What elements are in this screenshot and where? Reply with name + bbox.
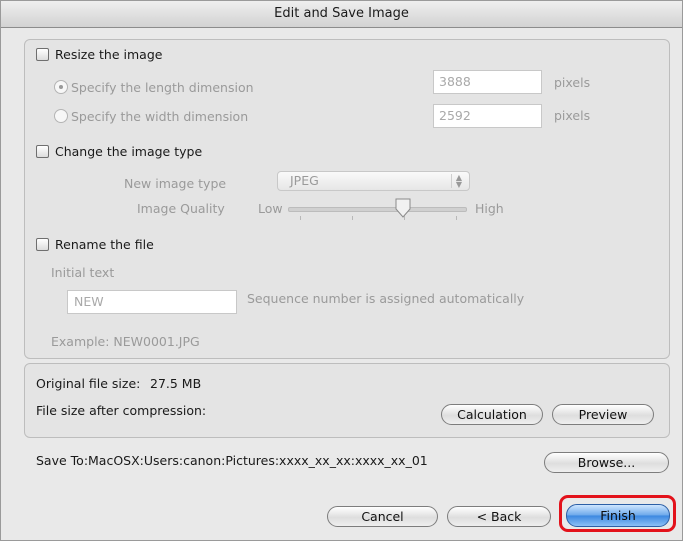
- image-type-value: JPEG: [290, 173, 319, 188]
- resize-checkbox[interactable]: [36, 48, 49, 61]
- original-size-label: Original file size:: [36, 376, 141, 391]
- quality-slider-thumb[interactable]: [394, 197, 412, 219]
- save-path: Save To:MacOSX:Users:canon:Pictures:xxxx…: [36, 453, 428, 468]
- resize-label: Resize the image: [55, 47, 163, 62]
- width-unit: pixels: [554, 108, 591, 123]
- quality-high: High: [475, 201, 504, 216]
- file-size-group: [24, 363, 670, 438]
- length-input[interactable]: 3888: [433, 70, 542, 94]
- width-radio[interactable]: [54, 109, 68, 123]
- calculation-button[interactable]: Calculation: [441, 404, 543, 425]
- finish-highlight-box: [559, 495, 676, 532]
- image-type-select[interactable]: JPEG ▲ ▼: [277, 171, 470, 191]
- slider-tick: [456, 216, 457, 220]
- sequence-note: Sequence number is assigned automaticall…: [247, 291, 525, 306]
- quality-slider-track[interactable]: [288, 207, 467, 212]
- browse-button[interactable]: Browse...: [544, 452, 669, 473]
- initial-text-input[interactable]: NEW: [67, 290, 237, 314]
- quality-low: Low: [258, 201, 283, 216]
- slider-tick: [300, 216, 301, 220]
- width-label: Specify the width dimension: [71, 109, 249, 124]
- new-type-label: New image type: [124, 176, 227, 191]
- rename-label: Rename the file: [55, 237, 154, 252]
- rename-checkbox[interactable]: [36, 238, 49, 251]
- width-input[interactable]: 2592: [433, 104, 542, 128]
- compressed-size-label: File size after compression:: [36, 403, 207, 418]
- edit-save-dialog: Edit and Save Image Resize the image Spe…: [0, 0, 683, 541]
- window-title: Edit and Save Image: [1, 1, 682, 28]
- change-type-checkbox[interactable]: [36, 145, 49, 158]
- back-button[interactable]: < Back: [447, 506, 551, 527]
- length-unit: pixels: [554, 75, 591, 90]
- length-label: Specify the length dimension: [71, 80, 254, 95]
- change-type-label: Change the image type: [55, 144, 203, 159]
- length-radio[interactable]: [54, 80, 68, 94]
- example-text: Example: NEW0001.JPG: [51, 334, 200, 349]
- preview-button[interactable]: Preview: [552, 404, 654, 425]
- original-size-value: 27.5 MB: [150, 376, 202, 391]
- quality-label: Image Quality: [137, 201, 225, 216]
- slider-tick: [352, 216, 353, 220]
- updown-arrows-icon: ▲ ▼: [451, 174, 466, 189]
- cancel-button[interactable]: Cancel: [327, 506, 438, 527]
- initial-text-label: Initial text: [51, 265, 115, 280]
